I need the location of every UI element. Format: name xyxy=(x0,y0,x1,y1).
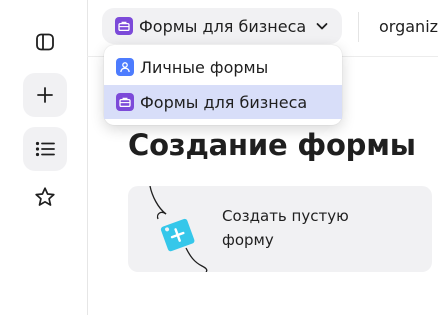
briefcase-icon xyxy=(116,93,134,111)
left-sidebar xyxy=(0,0,88,315)
org-switcher-button[interactable]: Формы для бизнеса xyxy=(102,8,342,44)
plus-icon xyxy=(37,87,53,103)
menu-item-business-forms[interactable]: Формы для бизнеса xyxy=(104,85,342,119)
menu-item-label: Формы для бизнеса xyxy=(140,92,308,112)
favorites-button[interactable] xyxy=(23,175,67,219)
forms-list-button[interactable] xyxy=(23,127,67,171)
create-blank-form-card[interactable]: Создать пустую форму xyxy=(128,186,432,272)
user-icon xyxy=(116,58,134,76)
create-blank-form-label: Создать пустую форму xyxy=(222,207,349,249)
org-switcher-menu: Личные формы Формы для бизнеса xyxy=(104,45,342,125)
create-form-button[interactable] xyxy=(23,73,67,117)
briefcase-icon xyxy=(115,17,133,35)
header-divider xyxy=(358,12,359,42)
chevron-down-icon xyxy=(316,23,328,30)
sidebar-toggle-button[interactable] xyxy=(23,20,67,64)
app-root: Формы для бизнеса organiz Создание формы xyxy=(0,0,438,315)
page-title: Создание формы xyxy=(128,128,416,162)
list-icon xyxy=(35,141,55,157)
organization-name[interactable]: organiz xyxy=(379,17,438,36)
menu-item-label: Личные формы xyxy=(140,57,269,77)
star-icon xyxy=(35,187,55,206)
org-switcher-label: Формы для бизнеса xyxy=(139,16,307,36)
plus-tag-icon xyxy=(149,186,208,272)
sidebar-toggle-icon xyxy=(36,33,54,51)
menu-item-personal-forms[interactable]: Личные формы xyxy=(104,50,342,84)
